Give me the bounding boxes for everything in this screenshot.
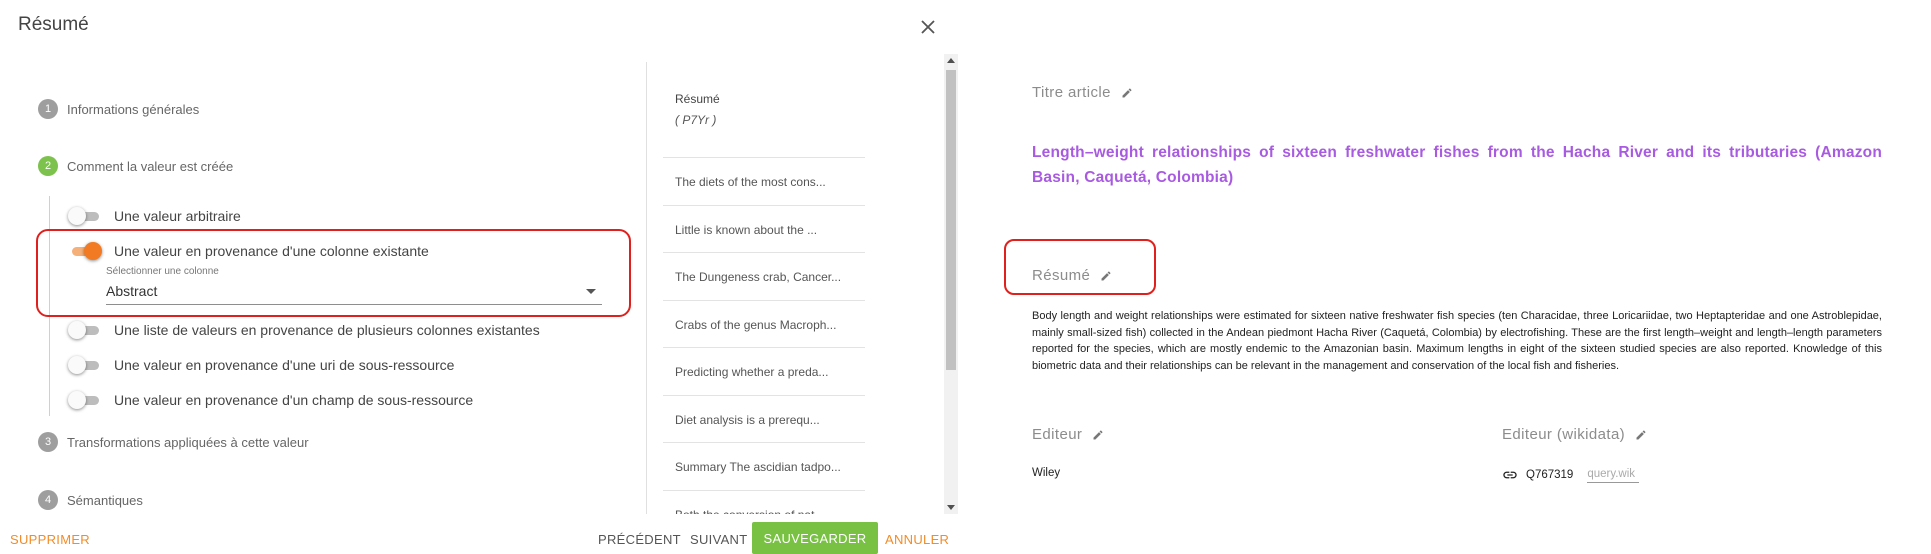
option-arbitrary-value[interactable]: Une valeur arbitraire [68, 206, 241, 226]
scroll-up-arrow-icon[interactable] [947, 58, 955, 63]
step-semantics[interactable]: 4 Sémantiques [38, 490, 143, 510]
preview-header: Résumé ( P7Yr ) [675, 92, 720, 127]
list-item: Diet analysis is a prerequ... [663, 394, 865, 443]
next-button[interactable]: SUIVANT [690, 524, 747, 554]
title-field-label: Titre article [1032, 84, 1133, 101]
field-label-text: Editeur (wikidata) [1502, 426, 1626, 443]
option-multiple-columns[interactable]: Une liste de valeurs en provenance de pl… [68, 320, 540, 340]
list-item: Predicting whether a preda... [663, 347, 865, 395]
abstract-field-label: Résumé [1032, 267, 1112, 284]
previous-button[interactable]: PRÉCÉDENT [598, 524, 681, 554]
highlight-box [36, 229, 631, 317]
toggle-switch[interactable] [68, 355, 102, 375]
scroll-down-arrow-icon[interactable] [947, 505, 955, 510]
option-label: Une valeur en provenance d'une uri de so… [114, 357, 455, 373]
toggle-switch[interactable] [68, 206, 102, 226]
wikidata-query-input[interactable]: query.wik [1587, 468, 1640, 483]
pencil-icon[interactable] [1121, 87, 1133, 99]
step-number: 2 [38, 156, 58, 176]
field-label-text: Résumé [1032, 267, 1091, 284]
save-button[interactable]: SAUVEGARDER [752, 522, 878, 554]
step-transformations[interactable]: 3 Transformations appliquées à cette val… [38, 432, 309, 452]
editor-wikidata-field-label: Editeur (wikidata) [1502, 426, 1647, 443]
option-label: Une valeur arbitraire [114, 208, 241, 224]
step-value-creation[interactable]: 2 Comment la valeur est créée [38, 156, 233, 176]
list-item: Little is known about the ... [663, 204, 865, 253]
wikidata-id[interactable]: Q767319 [1526, 469, 1573, 481]
pencil-icon[interactable] [1100, 270, 1112, 282]
preview-panel: Résumé ( P7Yr ) The diets of the most co… [646, 62, 942, 514]
close-icon[interactable] [916, 15, 940, 39]
step-label: Sémantiques [67, 492, 143, 508]
preview-subtitle: ( P7Yr ) [675, 113, 717, 127]
step-number: 4 [38, 490, 58, 510]
list-item: The diets of the most cons... [663, 157, 865, 205]
option-subresource-uri[interactable]: Une valeur en provenance d'une uri de so… [68, 355, 454, 375]
toggle-switch[interactable] [68, 320, 102, 340]
step-number: 1 [38, 99, 58, 119]
option-subresource-field[interactable]: Une valeur en provenance d'un champ de s… [68, 390, 473, 410]
abstract-text: Body length and weight relationships wer… [1032, 310, 1882, 372]
field-label-text: Editeur [1032, 426, 1083, 443]
record-view: Titre article Length–weight relationship… [966, 0, 1931, 551]
option-label: Une valeur en provenance d'un champ de s… [114, 392, 474, 408]
scrollbar[interactable] [944, 54, 958, 514]
resume-dialog: Résumé 1 Informations générales 2 Commen… [0, 0, 966, 554]
field-label-text: Titre article [1032, 84, 1111, 101]
pencil-icon[interactable] [1635, 429, 1647, 441]
step-number: 3 [38, 432, 58, 452]
step-general-info[interactable]: 1 Informations générales [38, 99, 199, 119]
preview-list: The diets of the most cons... Little is … [663, 157, 865, 514]
toggle-switch[interactable] [68, 390, 102, 410]
step-label: Transformations appliquées à cette valeu… [67, 434, 309, 450]
article-title: Length–weight relationships of sixteen f… [1032, 144, 1882, 186]
editor-field-label: Editeur [1032, 426, 1104, 443]
preview-title: Résumé [675, 92, 720, 106]
list-item: The Dungeness crab, Cancer... [663, 252, 865, 300]
step-label: Informations générales [67, 101, 200, 117]
list-item: Both the conversion of nat... [663, 489, 865, 514]
pencil-icon[interactable] [1092, 429, 1104, 441]
dialog-title: Résumé [18, 14, 89, 35]
scrollbar-thumb[interactable] [946, 70, 956, 370]
step-label: Comment la valeur est créée [67, 158, 234, 174]
wikidata-value-row: Q767319 query.wik [1502, 467, 1640, 483]
editor-value: Wiley [1032, 467, 1061, 479]
list-item: Summary The ascidian tadpo... [663, 442, 865, 490]
link-icon[interactable] [1502, 467, 1518, 483]
option-label: Une liste de valeurs en provenance de pl… [114, 322, 540, 338]
delete-button[interactable]: SUPPRIMER [10, 524, 90, 554]
list-item: Crabs of the genus Macroph... [663, 299, 865, 348]
cancel-button[interactable]: ANNULER [885, 524, 949, 554]
